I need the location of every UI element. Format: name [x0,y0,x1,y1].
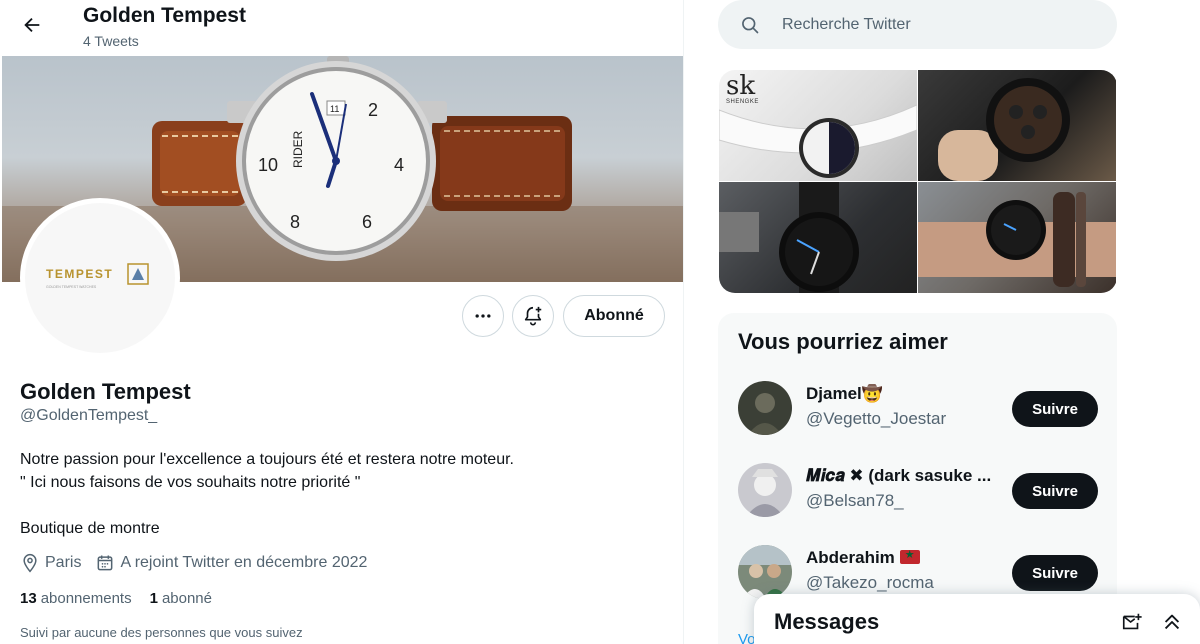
suggestion-name: Abderahim [806,548,996,568]
dial-number-4: 4 [394,155,404,175]
profile-handle: @GoldenTempest_ [20,407,158,424]
header-title: Golden Tempest [83,4,246,27]
media-tile[interactable]: sk SHENGKE [719,70,917,181]
suggestion-handle: @Belsan78_ [806,491,904,510]
messages-title: Messages [774,609,880,634]
media-brand-text: sk [726,71,756,101]
follow-button[interactable]: Suivre [1012,391,1098,427]
suggestion-row[interactable]: Djamel🤠 @Vegetto_Joestar Suivre [718,381,1117,463]
follow-button[interactable]: Suivre [1012,555,1098,591]
messages-drawer[interactable]: Messages [754,594,1200,644]
subscribed-button[interactable]: Abonné [563,295,665,337]
profile-header: Golden Tempest 4 Tweets [0,0,683,56]
more-dots-icon [475,314,491,318]
profile-location: Paris [45,554,82,571]
morocco-flag-icon [899,548,920,564]
avatar-logo: TEMPEST GOLDEN TEMPEST WATCHES [25,203,175,353]
watch-brand-text: RIDER [291,130,305,168]
location-pin-icon [20,553,40,573]
follow-button[interactable]: Suivre [1012,473,1098,509]
media-tile[interactable] [918,70,1116,181]
suggestion-name: 𝑴𝒊𝒄𝒂 ✖ (dark sasuke ... [806,466,992,485]
suggestion-handle: @Vegetto_Joestar [806,409,947,428]
profile-media-grid: sk SHENGKE [719,70,1117,293]
logo-text: TEMPEST [46,267,113,281]
tweet-count: 4 Tweets [83,33,139,49]
suggestion-name-text: Abderahim [806,548,895,567]
dial-number-10: 10 [258,155,278,175]
avatar [738,545,792,599]
watch-photo [719,182,859,293]
expand-messages-button[interactable] [1160,610,1184,634]
followers-label: abonné [161,590,212,607]
bio-line: " Ici nous faisons de vos souhaits notre… [20,474,361,491]
suggestion-handle: @Takezo_rocma [806,573,934,592]
media-tile[interactable] [918,182,1116,293]
follow-stats: 13 abonnements 1 abonné [20,590,212,607]
chevrons-up-icon [1164,614,1180,630]
arrow-left-icon [24,17,40,33]
suggestion-row[interactable]: 𝑴𝒊𝒄𝒂 ✖ (dark sasuke ... @Belsan78_ Suivr… [718,463,1117,545]
media-brand-sub: SHENGKE [726,99,759,105]
profile-joined: A rejoint Twitter en décembre 2022 [120,554,368,571]
watch-photo [938,78,1070,181]
followers-count: 1 [149,590,158,607]
followed-by-text: Suivi par aucune des personnes que vous … [20,625,303,640]
profile-column: 2 4 6 8 10 RIDER 11 Golden Tempest 4 Twe… [0,0,684,644]
bio-line [20,494,514,517]
following-count: 13 [20,590,37,607]
new-message-button[interactable] [1120,610,1144,634]
search-input[interactable] [782,15,1082,34]
search-bar[interactable] [718,0,1117,49]
avatar [738,463,792,517]
profile-meta: Paris A rejoint Twitter en décembre 2022 [20,551,367,575]
back-button[interactable] [14,7,50,43]
watch-photo [918,192,1116,287]
dial-number-6: 6 [362,212,372,232]
bio-line: Notre passion pour l'excellence a toujou… [20,451,514,468]
notifications-button[interactable] [512,295,554,337]
following-link[interactable]: 13 abonnements [20,590,132,607]
tempest-logo-icon: TEMPEST GOLDEN TEMPEST WATCHES [46,263,149,289]
media-tile[interactable] [719,182,917,293]
date-window: 11 [330,104,339,114]
calendar-icon [95,553,115,573]
profile-bio: Notre passion pour l'excellence a toujou… [20,448,514,540]
more-options-button[interactable] [462,295,504,337]
dial-number-8: 8 [290,212,300,232]
suggestion-name: Djamel🤠 [806,384,883,403]
dial-number-2: 2 [368,100,378,120]
avatar[interactable]: TEMPEST GOLDEN TEMPEST WATCHES [20,198,180,358]
new-message-icon [1122,613,1142,630]
logo-tagline: GOLDEN TEMPEST WATCHES [46,285,97,289]
bell-plus-icon [524,306,542,326]
profile-name: Golden Tempest [20,379,191,404]
followers-link[interactable]: 1 abonné [150,590,212,607]
search-icon [740,15,760,35]
suggestions-title: Vous pourriez aimer [738,329,948,354]
following-label: abonnements [40,590,132,607]
avatar [738,381,792,435]
bio-line: Boutique de montre [20,520,160,537]
